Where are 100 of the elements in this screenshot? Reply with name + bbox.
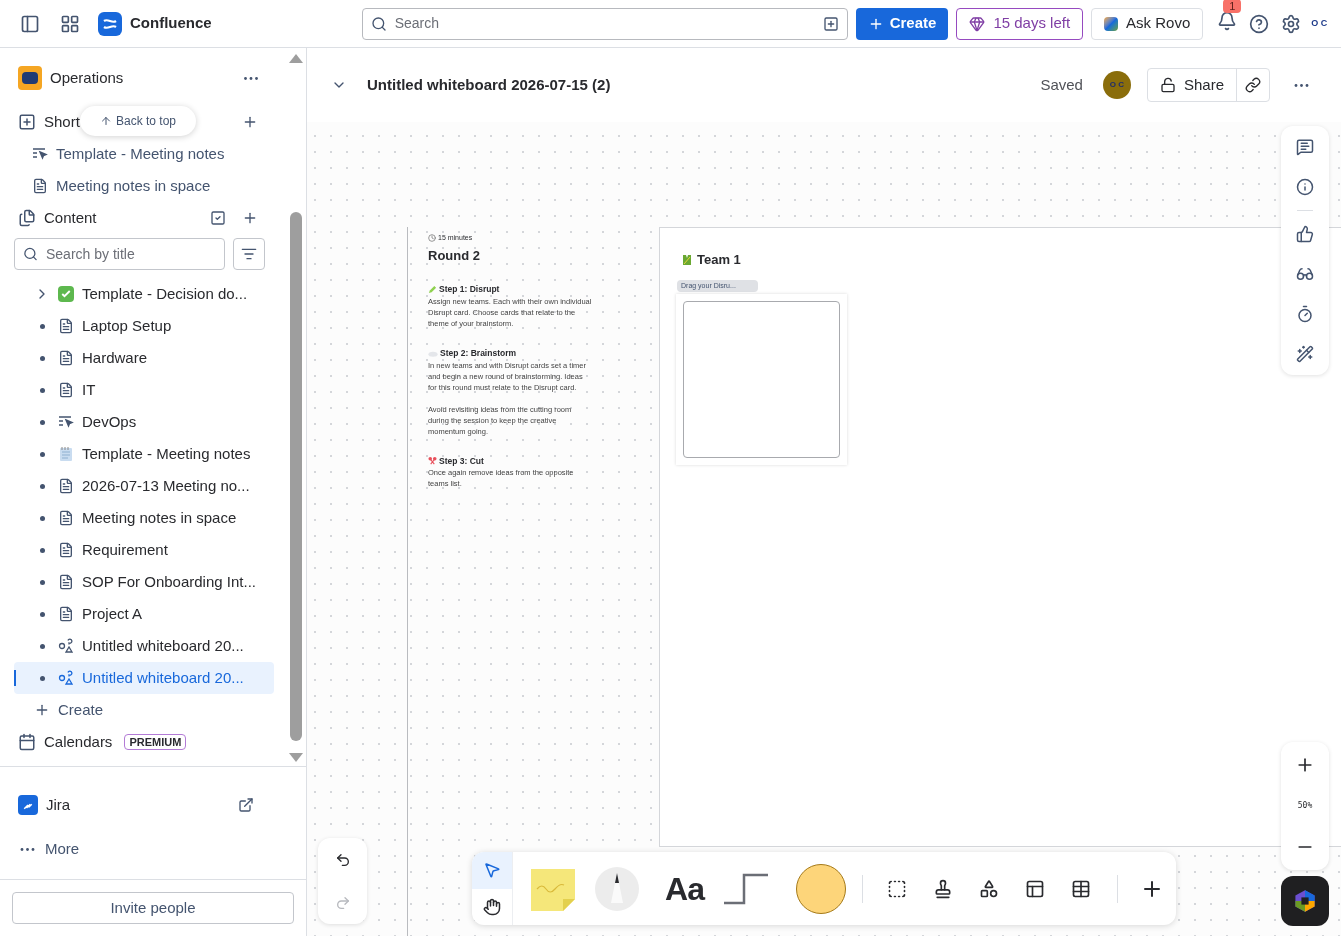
whiteboard-icon — [58, 670, 74, 686]
check-mark-icon — [58, 286, 74, 302]
filter-button[interactable] — [233, 238, 265, 270]
search-icon — [23, 246, 38, 262]
clock-icon — [428, 234, 436, 243]
page-tree-item[interactable]: Meeting notes in space — [14, 502, 274, 534]
page-tree-item[interactable]: Requirement — [14, 534, 274, 566]
magic-wand-icon[interactable] — [1296, 345, 1314, 363]
invite-people-button[interactable]: Invite people — [12, 892, 294, 924]
saved-status: Saved — [1040, 74, 1083, 95]
live-doc-icon — [32, 146, 48, 162]
more-icon — [20, 847, 35, 851]
arrow-up-icon — [100, 115, 112, 127]
app-name[interactable]: Confluence — [130, 12, 212, 35]
page-tree-item[interactable]: Laptop Setup — [14, 310, 274, 342]
stamp-tool-icon[interactable] — [933, 878, 954, 899]
profile-avatar[interactable]: O C — [1311, 19, 1328, 28]
shortcut-item[interactable]: Meeting notes in space — [56, 174, 211, 198]
ask-rovo-button[interactable]: Ask Rovo — [1091, 7, 1204, 40]
step-title: Step 1: Disrupt — [439, 283, 500, 296]
space-name[interactable]: Operations — [50, 66, 236, 90]
template-tool-icon[interactable] — [1025, 878, 1046, 899]
page-icon — [58, 382, 74, 398]
trial-button[interactable]: 15 days left — [956, 7, 1084, 40]
rovo-logo-icon — [1104, 16, 1119, 31]
cloud-icon — [428, 349, 438, 357]
whiteboard-title[interactable]: Untitled whiteboard 2026-07-15 (2) — [367, 73, 1029, 97]
round-title: Round 2 — [428, 246, 481, 265]
shortcuts-icon — [18, 113, 36, 131]
search-bar[interactable]: Search — [361, 7, 848, 40]
search-input[interactable]: Search — [394, 13, 815, 34]
gem-icon — [969, 15, 986, 32]
thumbs-up-icon[interactable] — [1296, 225, 1314, 243]
info-icon[interactable] — [1296, 178, 1314, 196]
whiteboard-icon — [58, 638, 74, 654]
title-search-input[interactable]: Search by title — [46, 243, 216, 265]
timer-icon[interactable] — [1296, 305, 1314, 323]
add-icon — [34, 702, 50, 718]
more-icon[interactable] — [1294, 83, 1309, 87]
rovo-logo-icon — [1293, 889, 1317, 913]
title-search-bar[interactable]: Search by title — [14, 238, 225, 270]
shortcuts-label[interactable]: Short — [44, 110, 80, 134]
more-icon[interactable] — [244, 76, 258, 80]
page-tree-item[interactable]: DevOps — [14, 406, 274, 438]
page-icon — [58, 574, 74, 590]
select-tool-icon[interactable] — [472, 852, 512, 889]
app-link[interactable]: More — [45, 837, 254, 861]
calendar-icon — [18, 733, 36, 751]
scissors-icon — [428, 456, 437, 466]
incognito-icon[interactable] — [1296, 265, 1314, 283]
zoom-level[interactable]: 50% — [1297, 800, 1313, 812]
page-tree-item[interactable]: Template - Decision do... — [14, 278, 274, 310]
create-button[interactable]: Create — [855, 7, 949, 40]
page-icon — [58, 318, 74, 334]
calendars-label[interactable]: Calendars — [44, 730, 113, 754]
step-title: Step 2: Brainstorm — [440, 346, 517, 360]
search-icon — [370, 15, 387, 32]
live-doc-icon — [58, 414, 74, 430]
notepad-icon — [58, 446, 74, 462]
page-icon — [58, 478, 74, 494]
page-tree-item[interactable]: Untitled whiteboard 20... — [14, 662, 274, 694]
pencil-icon — [428, 284, 437, 294]
premium-badge: PREMIUM — [124, 734, 187, 750]
page-tree-item[interactable]: 2026-07-13 Meeting no... — [14, 470, 274, 502]
page-tree-item[interactable]: Project A — [14, 598, 274, 630]
filter-icon — [241, 246, 257, 262]
external-link-icon[interactable] — [238, 797, 254, 813]
page-icon — [58, 606, 74, 622]
confluence-logo-icon — [98, 11, 122, 36]
link-icon — [1245, 77, 1261, 93]
checkbox-icon[interactable] — [210, 210, 226, 226]
undo-icon[interactable] — [334, 851, 351, 868]
notification-count: 1 — [1223, 0, 1242, 13]
team-title: Team 1 — [697, 251, 741, 269]
page-tree-item[interactable]: IT — [14, 374, 274, 406]
page-tree-item[interactable]: Template - Meeting notes — [14, 438, 274, 470]
content-label[interactable]: Content — [44, 206, 202, 230]
page-tree-item[interactable]: SOP For Onboarding Int... — [14, 566, 274, 598]
page-icon — [58, 350, 74, 366]
page-tree-item[interactable]: Untitled whiteboard 20... — [14, 630, 274, 662]
page-icon — [58, 542, 74, 558]
page-icon — [32, 178, 48, 194]
text-tool[interactable]: Aa — [665, 872, 705, 905]
unlocked-icon — [1159, 77, 1176, 93]
page-icon — [58, 510, 74, 526]
app-link[interactable]: Jira — [46, 793, 230, 817]
comment-icon[interactable] — [1296, 138, 1314, 156]
jira-logo-icon — [18, 795, 38, 815]
step-title: Step 3: Cut — [439, 454, 484, 468]
table-tool-icon[interactable] — [1071, 878, 1092, 899]
connector-tool-icon[interactable] — [722, 872, 771, 905]
page-tree-item[interactable]: Hardware — [14, 342, 274, 374]
filter-add-icon[interactable] — [822, 15, 839, 32]
create-link[interactable]: Create — [58, 698, 104, 722]
space-icon — [18, 66, 42, 90]
elements-tool-icon[interactable] — [979, 878, 1000, 899]
back-to-top-button[interactable]: Back to top — [80, 106, 197, 136]
rovo-button[interactable] — [1281, 876, 1329, 926]
shortcut-item[interactable]: Template - Meeting notes — [56, 142, 225, 166]
frame-tool-icon[interactable] — [887, 878, 908, 899]
